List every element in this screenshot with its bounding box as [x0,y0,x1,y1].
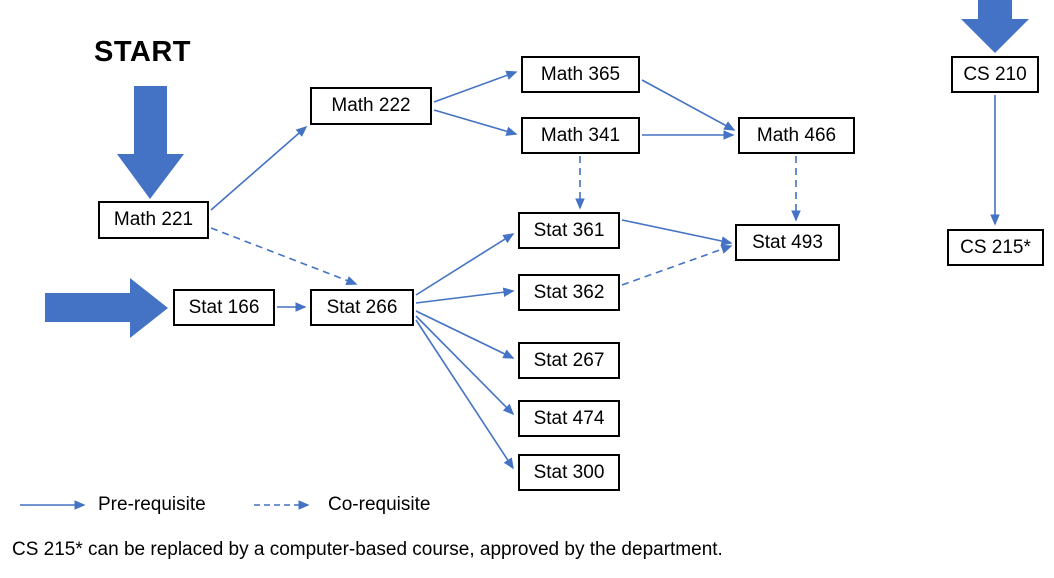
node-stat-166[interactable]: Stat 166 [173,289,275,326]
node-math-365[interactable]: Math 365 [521,56,640,93]
footnote-text: CS 215* can be replaced by a computer-ba… [12,539,723,560]
node-stat-267[interactable]: Stat 267 [518,342,620,379]
node-math-222[interactable]: Math 222 [310,87,432,125]
node-math-221[interactable]: Math 221 [98,201,209,239]
start-label: START [94,36,192,68]
node-math-341[interactable]: Math 341 [521,117,640,154]
node-cs-215[interactable]: CS 215* [947,229,1044,266]
legend-prerequisite-label: Pre-requisite [98,494,206,515]
node-cs-210[interactable]: CS 210 [951,56,1039,93]
node-stat-474[interactable]: Stat 474 [518,400,620,437]
node-stat-362[interactable]: Stat 362 [518,274,620,311]
legend-corequisite-label: Co-requisite [328,494,431,515]
flowchart-canvas: START Math 221 Math 222 Math 365 Math 34… [0,0,1054,578]
start-block-arrow-cs [961,0,1029,53]
node-stat-300[interactable]: Stat 300 [518,454,620,491]
node-stat-266[interactable]: Stat 266 [310,289,414,326]
node-stat-361[interactable]: Stat 361 [518,212,620,249]
start-block-arrow-math [117,86,184,199]
node-math-466[interactable]: Math 466 [738,117,855,154]
node-stat-493[interactable]: Stat 493 [735,224,840,261]
start-block-arrow-stat [45,278,168,338]
